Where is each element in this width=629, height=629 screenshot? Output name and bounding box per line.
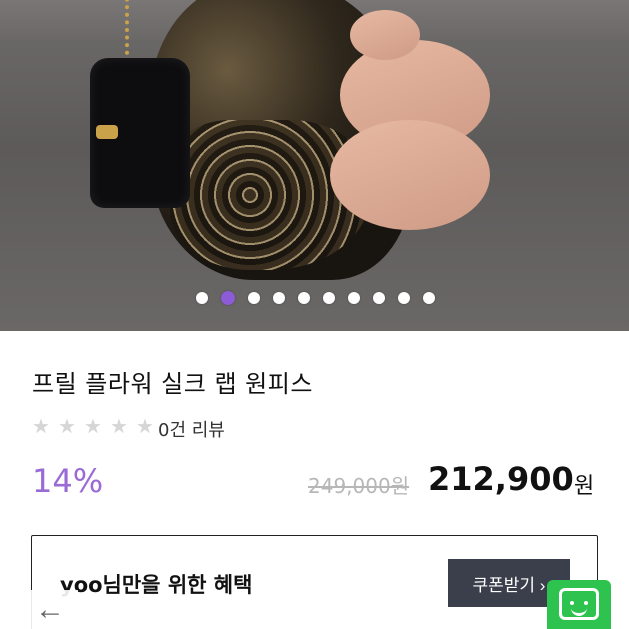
pagination-dot-active[interactable]	[221, 291, 235, 305]
pagination-dot[interactable]	[196, 292, 208, 304]
product-image-gallery[interactable]	[0, 0, 629, 331]
pagination-dot[interactable]	[323, 292, 335, 304]
product-title: 프릴 플라워 실크 랩 원피스	[32, 370, 313, 398]
rating-stars: ★ ★ ★ ★ ★	[32, 416, 156, 436]
back-button[interactable]: ←	[22, 590, 78, 629]
gallery-pagination[interactable]	[196, 291, 435, 305]
pagination-dot[interactable]	[423, 292, 435, 304]
star-icon: ★	[58, 414, 76, 438]
pagination-dot[interactable]	[348, 292, 360, 304]
review-count[interactable]: 0건 리뷰	[158, 416, 225, 442]
price-unit: 원	[574, 474, 595, 499]
star-icon: ★	[84, 414, 102, 438]
chat-button[interactable]	[547, 580, 611, 629]
pagination-dot[interactable]	[373, 292, 385, 304]
product-photo-hand	[350, 10, 420, 60]
pagination-dot[interactable]	[273, 292, 285, 304]
sale-price: 212,900	[428, 460, 574, 498]
original-price: 249,000원	[308, 474, 410, 498]
star-icon: ★	[32, 414, 50, 438]
arrow-left-icon: ←	[35, 593, 65, 626]
benefit-text: yoo님만을 위한 혜택	[60, 573, 253, 597]
pagination-dot[interactable]	[298, 292, 310, 304]
star-icon: ★	[136, 414, 154, 438]
pagination-dot[interactable]	[248, 292, 260, 304]
star-icon: ★	[110, 414, 128, 438]
product-photo-leg	[330, 120, 490, 230]
product-photo-bag-clasp	[96, 125, 118, 139]
chat-bubble-icon	[559, 588, 599, 620]
pagination-dot[interactable]	[398, 292, 410, 304]
discount-rate: 14%	[32, 462, 104, 500]
